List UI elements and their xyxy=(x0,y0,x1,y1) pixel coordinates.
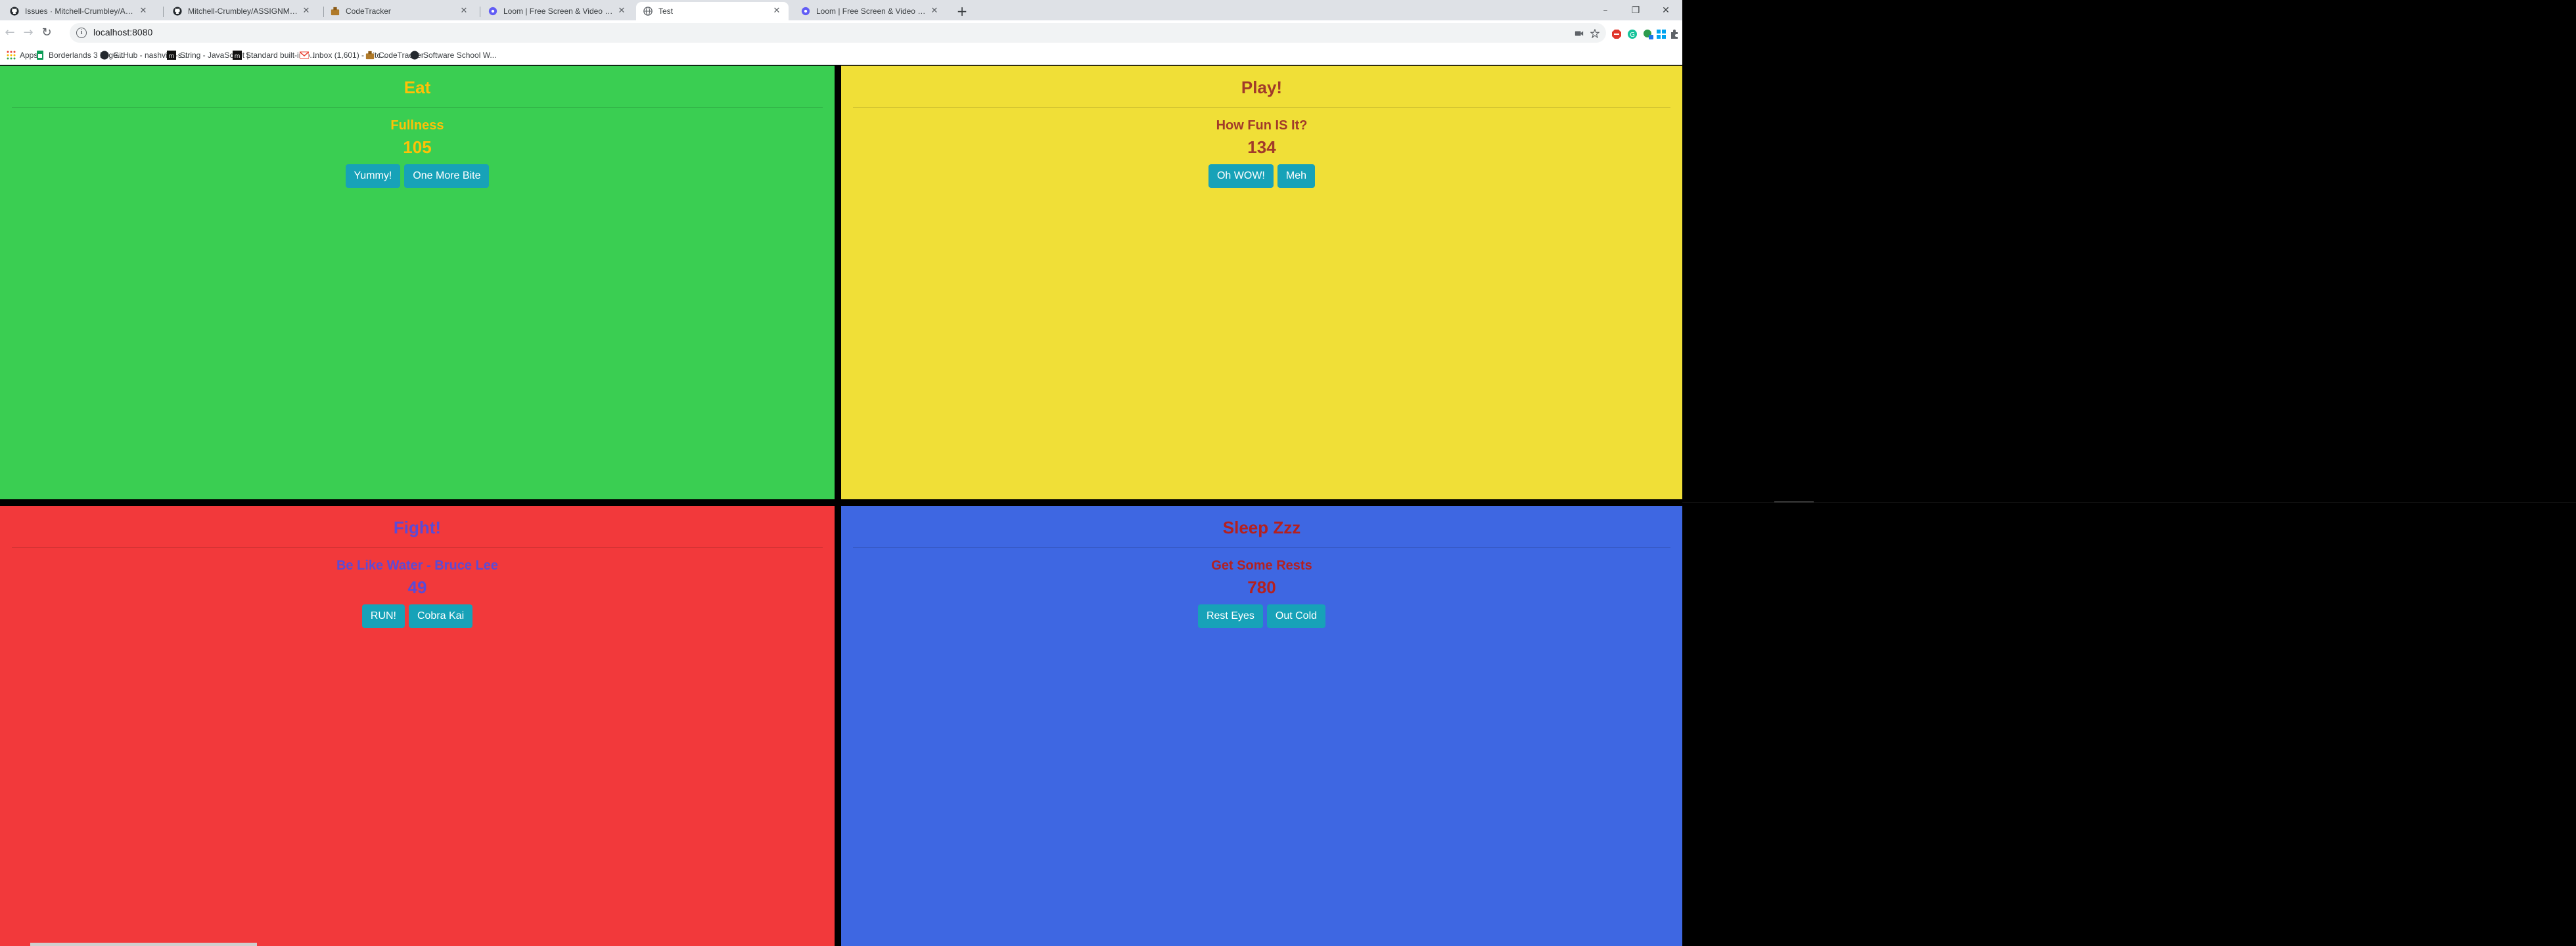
close-icon[interactable]: ✕ xyxy=(138,6,149,16)
panel-title: Fight! xyxy=(393,518,442,537)
tab-strip: Issues · Mitchell-Crumbley/ASSIGNMENT ✕ … xyxy=(0,0,1682,20)
close-icon[interactable]: ✕ xyxy=(301,6,311,16)
address-url: localhost:8080 xyxy=(93,27,153,37)
page-content: Eat Fullness 105 Yummy! One More Bite Pl… xyxy=(0,66,1682,946)
stat-value: 780 xyxy=(1247,577,1276,597)
browser-toolbar: ← → ↻ i localhost:8080 G xyxy=(0,20,1682,45)
info-icon[interactable]: i xyxy=(76,28,87,38)
yummy-button[interactable]: Yummy! xyxy=(345,164,401,188)
camera-icon[interactable] xyxy=(1575,28,1584,37)
divider xyxy=(12,547,823,548)
globe-icon xyxy=(643,6,653,16)
mdn-icon: m xyxy=(233,51,242,60)
tab-test[interactable]: Test ✕ xyxy=(636,2,789,20)
tab-codetracker[interactable]: CodeTracker ✕ xyxy=(323,2,476,20)
tab-title: Mitchell-Crumbley/ASSIGNMENT xyxy=(188,7,301,16)
github-icon xyxy=(172,6,183,16)
divider xyxy=(1774,501,1814,503)
bookmark-software-school[interactable]: Software School W... xyxy=(410,49,496,61)
github-icon xyxy=(9,6,20,16)
tab-title: Test xyxy=(658,7,674,16)
loom-icon xyxy=(488,6,498,16)
close-icon[interactable]: ✕ xyxy=(771,6,782,16)
divider xyxy=(853,547,1670,548)
forward-button[interactable]: → xyxy=(20,24,37,41)
stat-label: How Fun IS It? xyxy=(1216,118,1308,133)
windows-icon[interactable] xyxy=(1656,29,1667,39)
svg-text:m: m xyxy=(169,53,175,60)
codetracker-icon xyxy=(365,51,375,60)
svg-text:G: G xyxy=(1630,32,1635,39)
tab-loom[interactable]: Loom | Free Screen & Video Recording ✕ xyxy=(481,2,633,20)
sheets-icon xyxy=(35,51,45,60)
puzzle-icon[interactable] xyxy=(1669,29,1680,39)
panel-title: Eat xyxy=(403,78,431,97)
minimize-button[interactable]: – xyxy=(1590,1,1621,20)
github-icon xyxy=(410,51,419,60)
divider xyxy=(1682,502,2576,503)
stat-label: Fullness xyxy=(390,118,444,133)
tab-issues[interactable]: Issues · Mitchell-Crumbley/ASSIGNMENT ✕ xyxy=(3,2,155,20)
bookmark-apps[interactable]: Apps xyxy=(7,49,37,61)
codetracker-icon xyxy=(330,6,340,16)
tab-loom-2[interactable]: Loom | Free Screen & Video Recording ✕ xyxy=(794,2,946,20)
extension-badge-icon[interactable] xyxy=(1643,29,1653,39)
github-icon xyxy=(100,51,109,60)
sleep-panel: Sleep Zzz Get Some Rests 780 Rest Eyes O… xyxy=(841,506,1682,946)
tab-assignment[interactable]: Mitchell-Crumbley/ASSIGNMENT ✕ xyxy=(166,2,318,20)
eat-panel: Eat Fullness 105 Yummy! One More Bite xyxy=(0,66,835,499)
out-cold-button[interactable]: Out Cold xyxy=(1266,604,1326,628)
restore-button[interactable]: ❐ xyxy=(1621,1,1651,20)
meh-button[interactable]: Meh xyxy=(1277,164,1315,188)
fight-panel: Fight! Be Like Water - Bruce Lee 49 RUN!… xyxy=(0,506,835,946)
star-icon[interactable] xyxy=(1590,28,1600,39)
loom-icon xyxy=(800,6,811,16)
close-window-button[interactable]: ✕ xyxy=(1651,1,1681,20)
mdn-icon: m xyxy=(167,51,176,60)
stat-label: Be Like Water - Bruce Lee xyxy=(336,558,498,573)
stat-label: Get Some Rests xyxy=(1211,558,1312,573)
close-icon[interactable]: ✕ xyxy=(929,6,940,16)
play-panel: Play! How Fun IS It? 134 Oh WOW! Meh xyxy=(841,66,1682,499)
tab-title: Loom | Free Screen & Video Recording xyxy=(503,7,616,16)
gmail-icon xyxy=(299,51,310,60)
tab-title: Issues · Mitchell-Crumbley/ASSIGNMENT xyxy=(25,7,138,16)
panel-title: Play! xyxy=(1241,78,1283,97)
grammarly-icon[interactable]: G xyxy=(1627,29,1638,39)
address-bar[interactable]: i localhost:8080 xyxy=(70,23,1606,43)
tab-title: CodeTracker xyxy=(346,7,391,16)
button-group: Rest Eyes Out Cold xyxy=(841,604,1682,628)
panel-title: Sleep Zzz xyxy=(1222,518,1301,537)
one-more-bite-button[interactable]: One More Bite xyxy=(404,164,490,188)
bookmarks-bar: Apps Borderlands 3 Lege... GitHub - nash… xyxy=(0,45,1682,65)
browser-window: Issues · Mitchell-Crumbley/ASSIGNMENT ✕ … xyxy=(0,0,1682,946)
horizontal-scrollbar[interactable] xyxy=(30,943,257,946)
divider xyxy=(853,107,1670,108)
adblock-icon[interactable] xyxy=(1611,29,1622,39)
stat-value: 105 xyxy=(403,137,432,157)
stat-value: 49 xyxy=(407,577,427,597)
button-group: Oh WOW! Meh xyxy=(841,164,1682,188)
stat-value: 134 xyxy=(1247,137,1276,157)
close-icon[interactable]: ✕ xyxy=(459,6,469,16)
rest-eyes-button[interactable]: Rest Eyes xyxy=(1197,604,1263,628)
tab-separator xyxy=(163,7,164,17)
apps-icon xyxy=(7,51,16,60)
cobra-kai-button[interactable]: Cobra Kai xyxy=(408,604,473,628)
svg-text:m: m xyxy=(235,53,241,60)
button-group: RUN! Cobra Kai xyxy=(0,604,835,628)
close-icon[interactable]: ✕ xyxy=(616,6,627,16)
bookmark-label: Software School W... xyxy=(423,51,497,60)
run-button[interactable]: RUN! xyxy=(361,604,405,628)
button-group: Yummy! One More Bite xyxy=(0,164,835,188)
tab-title: Loom | Free Screen & Video Recording xyxy=(816,7,929,16)
back-button[interactable]: ← xyxy=(1,24,18,41)
reload-button[interactable]: ↻ xyxy=(38,24,55,41)
new-tab-button[interactable]: + xyxy=(954,4,970,20)
divider xyxy=(12,107,823,108)
oh-wow-button[interactable]: Oh WOW! xyxy=(1208,164,1274,188)
